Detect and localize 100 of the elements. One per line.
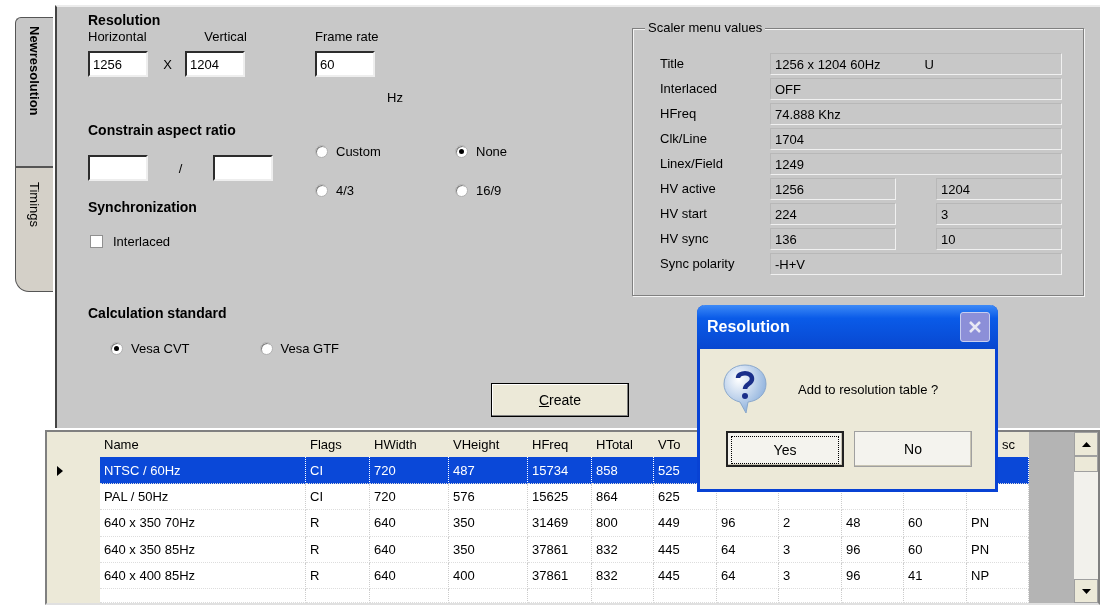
table-row[interactable]: 640 x 400 85Hz R 640 400 37861 832 445 64 3 96 41 NP — [47, 562, 1029, 590]
value-field: 10 — [936, 227, 1062, 250]
vertical-tab[interactable]: Timings — [15, 167, 53, 292]
table-cell — [779, 589, 842, 604]
value-label: HV start — [660, 206, 708, 221]
table-cell: 640 x 350 70Hz — [100, 510, 306, 537]
table-cell: NTSC / 60Hz — [100, 457, 306, 484]
scroll-thumb[interactable] — [1074, 456, 1098, 472]
down-arrow-icon — [1081, 588, 1091, 594]
value-field: OFF — [770, 77, 1062, 100]
aspect-width-field[interactable] — [88, 155, 148, 181]
table-cell: 64 — [717, 536, 779, 563]
column-header[interactable]: HFreq — [528, 432, 592, 458]
value-field: 1249 — [770, 152, 1062, 175]
table-cell: 832 — [592, 562, 654, 590]
table-cell: 350 — [449, 510, 528, 537]
current-row-icon — [57, 465, 63, 476]
group-title: Scaler menu values — [645, 20, 766, 35]
table-cell: 350 — [449, 536, 528, 563]
scroll-up-button[interactable] — [1074, 432, 1098, 456]
frame-rate-field[interactable]: 60 — [315, 51, 375, 77]
table-row[interactable]: 640 x 350 70Hz R 640 350 31469 800 449 96 2 48 60 PN — [47, 510, 1029, 537]
section-heading: Calculation standard — [88, 305, 228, 321]
table-cell: 640 x 350 85Hz — [100, 536, 306, 563]
value-label: Linex/Field — [660, 156, 724, 171]
radio-button[interactable] — [455, 145, 468, 158]
table-cell: 720 — [370, 457, 449, 484]
checkbox[interactable] — [90, 234, 103, 248]
table-cell — [654, 589, 717, 604]
value-field: 136 — [770, 227, 896, 250]
table-cell: 60 — [904, 536, 967, 563]
radio-button[interactable] — [455, 184, 468, 197]
table-cell: 400 — [449, 562, 528, 590]
vertical-field[interactable]: 1204 — [185, 51, 245, 77]
dialog-message: Add to resolution table ? — [798, 381, 939, 397]
dialog-title: Resolution — [707, 318, 790, 336]
table-cell: 449 — [654, 510, 717, 537]
unit-label: Hz — [386, 89, 404, 105]
table-cell — [842, 589, 904, 604]
vertical-scrollbar[interactable] — [1074, 432, 1098, 603]
scroll-down-button[interactable] — [1074, 579, 1098, 603]
radio-button[interactable] — [315, 184, 328, 197]
table-cell: 576 — [449, 483, 528, 511]
table-cell: 640 — [370, 562, 449, 590]
table-cell: CI — [306, 457, 370, 484]
radio-label: Vesa CVT — [131, 341, 190, 356]
value-label: Title — [660, 56, 686, 71]
value-field: 74.888 Khz — [770, 102, 1062, 125]
value-label: HV active — [660, 181, 717, 196]
radio-button[interactable] — [315, 145, 328, 158]
table-cell: 858 — [592, 457, 654, 484]
times-sign: X — [162, 57, 173, 74]
value-label: HV sync — [660, 231, 710, 246]
radio-button[interactable] — [259, 342, 273, 355]
value-field: 1256 x 1204 60Hz U — [770, 52, 1062, 75]
vertical-tab[interactable]: Newresolution — [15, 17, 53, 167]
question-icon — [722, 363, 768, 415]
table-cell — [904, 589, 967, 604]
table-cell — [592, 589, 654, 604]
section-heading: Synchronization — [88, 199, 198, 215]
table-cell: 15625 — [528, 483, 592, 511]
radio-label: Vesa GTF — [280, 341, 340, 356]
table-cell — [306, 589, 370, 604]
aspect-height-field[interactable] — [213, 155, 273, 181]
field-label: Frame rate — [315, 28, 380, 44]
column-header[interactable]: VHeight — [449, 432, 528, 458]
close-button[interactable] — [960, 312, 990, 342]
dialog-button[interactable]: Yes — [726, 431, 844, 467]
column-header[interactable]: HTotal — [592, 432, 654, 458]
table-cell: CI — [306, 483, 370, 511]
column-header[interactable]: HWidth — [370, 432, 449, 458]
value-field: 1256 — [770, 177, 896, 200]
value-label: Sync polarity — [660, 256, 736, 271]
table-cell: 31469 — [528, 510, 592, 537]
radio-label: 16/9 — [476, 183, 502, 198]
horizontal-field[interactable]: 1256 — [88, 51, 148, 77]
create-button[interactable]: Create — [491, 383, 629, 417]
table-cell: 64 — [717, 562, 779, 590]
value-field: 1704 — [770, 127, 1062, 150]
value-label: Clk/Line — [660, 131, 708, 146]
value-field: 1204 — [936, 177, 1062, 200]
table-cell: 37861 — [528, 562, 592, 590]
radio-button[interactable] — [110, 342, 123, 355]
column-header[interactable]: Name — [100, 432, 306, 458]
column-header[interactable]: Flags — [306, 432, 370, 458]
field-label: Vertical — [204, 28, 247, 44]
section-heading: Constrain aspect ratio — [88, 122, 237, 138]
table-cell: 640 — [370, 510, 449, 537]
up-arrow-icon — [1081, 441, 1091, 447]
close-icon — [967, 319, 983, 335]
table-cell: 48 — [842, 510, 904, 537]
radio-label: 4/3 — [336, 183, 355, 198]
table-cell: 487 — [449, 457, 528, 484]
table-cell: 445 — [654, 562, 717, 590]
table-cell: 15734 — [528, 457, 592, 484]
table-cell: 37861 — [528, 536, 592, 563]
table-cell: R — [306, 562, 370, 590]
table-cell: 60 — [904, 510, 967, 537]
dialog-button[interactable]: No — [854, 431, 972, 467]
table-row[interactable]: 640 x 350 85Hz R 640 350 37861 832 445 64 3 96 60 PN — [47, 536, 1029, 563]
